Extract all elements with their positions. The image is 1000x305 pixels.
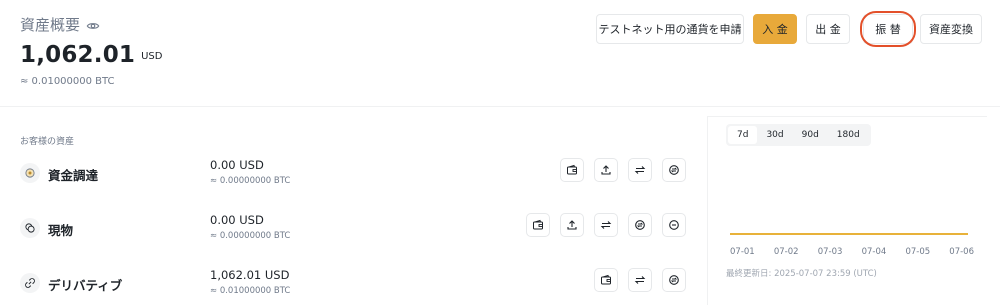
- x-tick: 07-04: [861, 247, 887, 257]
- account-name: 資金調達: [48, 168, 99, 183]
- section-label: お客様の資産: [20, 137, 75, 147]
- derivatives-icon: [20, 273, 40, 293]
- balance-value: 1,062.01: [20, 42, 136, 68]
- account-amount: 1,062.01 USD: [210, 268, 290, 282]
- account-btc: ≈ 0.00000000 BTC: [210, 231, 291, 241]
- upload-icon: [566, 216, 578, 235]
- account-row-funding: 資金調達 0.00 USD ≈ 0.00000000 BTC: [20, 158, 690, 208]
- deposit-icon-button[interactable]: [560, 158, 584, 182]
- convert-icon-button[interactable]: [662, 268, 686, 292]
- account-btc: ≈ 0.00000000 BTC: [210, 176, 291, 186]
- transfer-button[interactable]: 振 替: [860, 11, 916, 47]
- deposit-button[interactable]: 入 金: [753, 14, 797, 44]
- send-icon-button[interactable]: [594, 158, 618, 182]
- transfer-icon-button[interactable]: [628, 158, 652, 182]
- upload-icon: [600, 161, 612, 180]
- deposit-icon-button[interactable]: [526, 213, 550, 237]
- send-icon-button[interactable]: [560, 213, 584, 237]
- deposit-icon-button[interactable]: [594, 268, 618, 292]
- convert-icon-button[interactable]: [628, 213, 652, 237]
- account-name: デリバティブ: [48, 278, 123, 293]
- convert-icon: [668, 161, 680, 180]
- chart-x-axis: 07-01 07-02 07-03 07-04 07-05 07-06: [730, 247, 974, 257]
- convert-icon-button[interactable]: [662, 158, 686, 182]
- x-tick: 07-05: [905, 247, 931, 257]
- period-180d[interactable]: 180d: [828, 126, 869, 144]
- withdraw-button[interactable]: 出 金: [806, 14, 850, 44]
- x-tick: 07-01: [730, 247, 755, 257]
- transfer-icon-button[interactable]: [594, 213, 618, 237]
- wallet-icon: [566, 161, 578, 180]
- period-90d[interactable]: 90d: [793, 126, 828, 144]
- last-updated: 最終更新日: 2025-07-07 23:59 (UTC): [726, 269, 877, 279]
- convert-icon: [634, 216, 646, 235]
- balance-line: [730, 233, 968, 235]
- eye-icon[interactable]: [86, 18, 100, 32]
- wallet-icon: [600, 271, 612, 290]
- header-divider: [0, 106, 1000, 107]
- funding-icon: [20, 163, 40, 183]
- transfer-arrows-icon: [634, 271, 646, 290]
- period-30d[interactable]: 30d: [757, 126, 792, 144]
- convert-button[interactable]: 資産変換: [920, 14, 982, 44]
- page-title: 資産概要: [20, 16, 81, 34]
- convert-icon: [668, 271, 680, 290]
- account-btc: ≈ 0.01000000 BTC: [210, 286, 291, 296]
- balance-currency: USD: [141, 51, 163, 62]
- x-tick: 07-06: [949, 247, 974, 257]
- testnet-request-button[interactable]: テストネット用の通貨を申請: [596, 14, 744, 44]
- account-row-spot: 現物 0.00 USD ≈ 0.00000000 BTC: [20, 213, 690, 263]
- period-selector: 7d 30d 90d 180d: [726, 124, 871, 146]
- account-amount: 0.00 USD: [210, 213, 264, 227]
- transfer-arrows-icon: [600, 216, 612, 235]
- btc-equivalent: ≈ 0.01000000 BTC: [20, 76, 115, 87]
- account-row-derivatives: デリバティブ 1,062.01 USD ≈ 0.01000000 BTC: [20, 268, 690, 305]
- transfer-arrows-icon: [634, 161, 646, 180]
- spot-icon: [20, 218, 40, 238]
- total-balance: 1,062.01 USD: [20, 42, 162, 68]
- x-tick: 07-03: [817, 247, 843, 257]
- account-amount: 0.00 USD: [210, 158, 264, 172]
- transfer-icon-button[interactable]: [628, 268, 652, 292]
- overview-header: 資産概要: [20, 14, 100, 35]
- account-name: 現物: [48, 223, 74, 238]
- more-icon: [668, 216, 680, 235]
- period-7d[interactable]: 7d: [728, 126, 758, 144]
- balance-chart-panel: 7d 30d 90d 180d 07-01 07-02 07-03 07-04 …: [707, 116, 987, 305]
- more-icon-button[interactable]: [662, 213, 686, 237]
- action-bar: テストネット用の通貨を申請 入 金 出 金 振 替 資産変換: [596, 11, 982, 47]
- x-tick: 07-02: [773, 247, 799, 257]
- wallet-icon: [532, 216, 544, 235]
